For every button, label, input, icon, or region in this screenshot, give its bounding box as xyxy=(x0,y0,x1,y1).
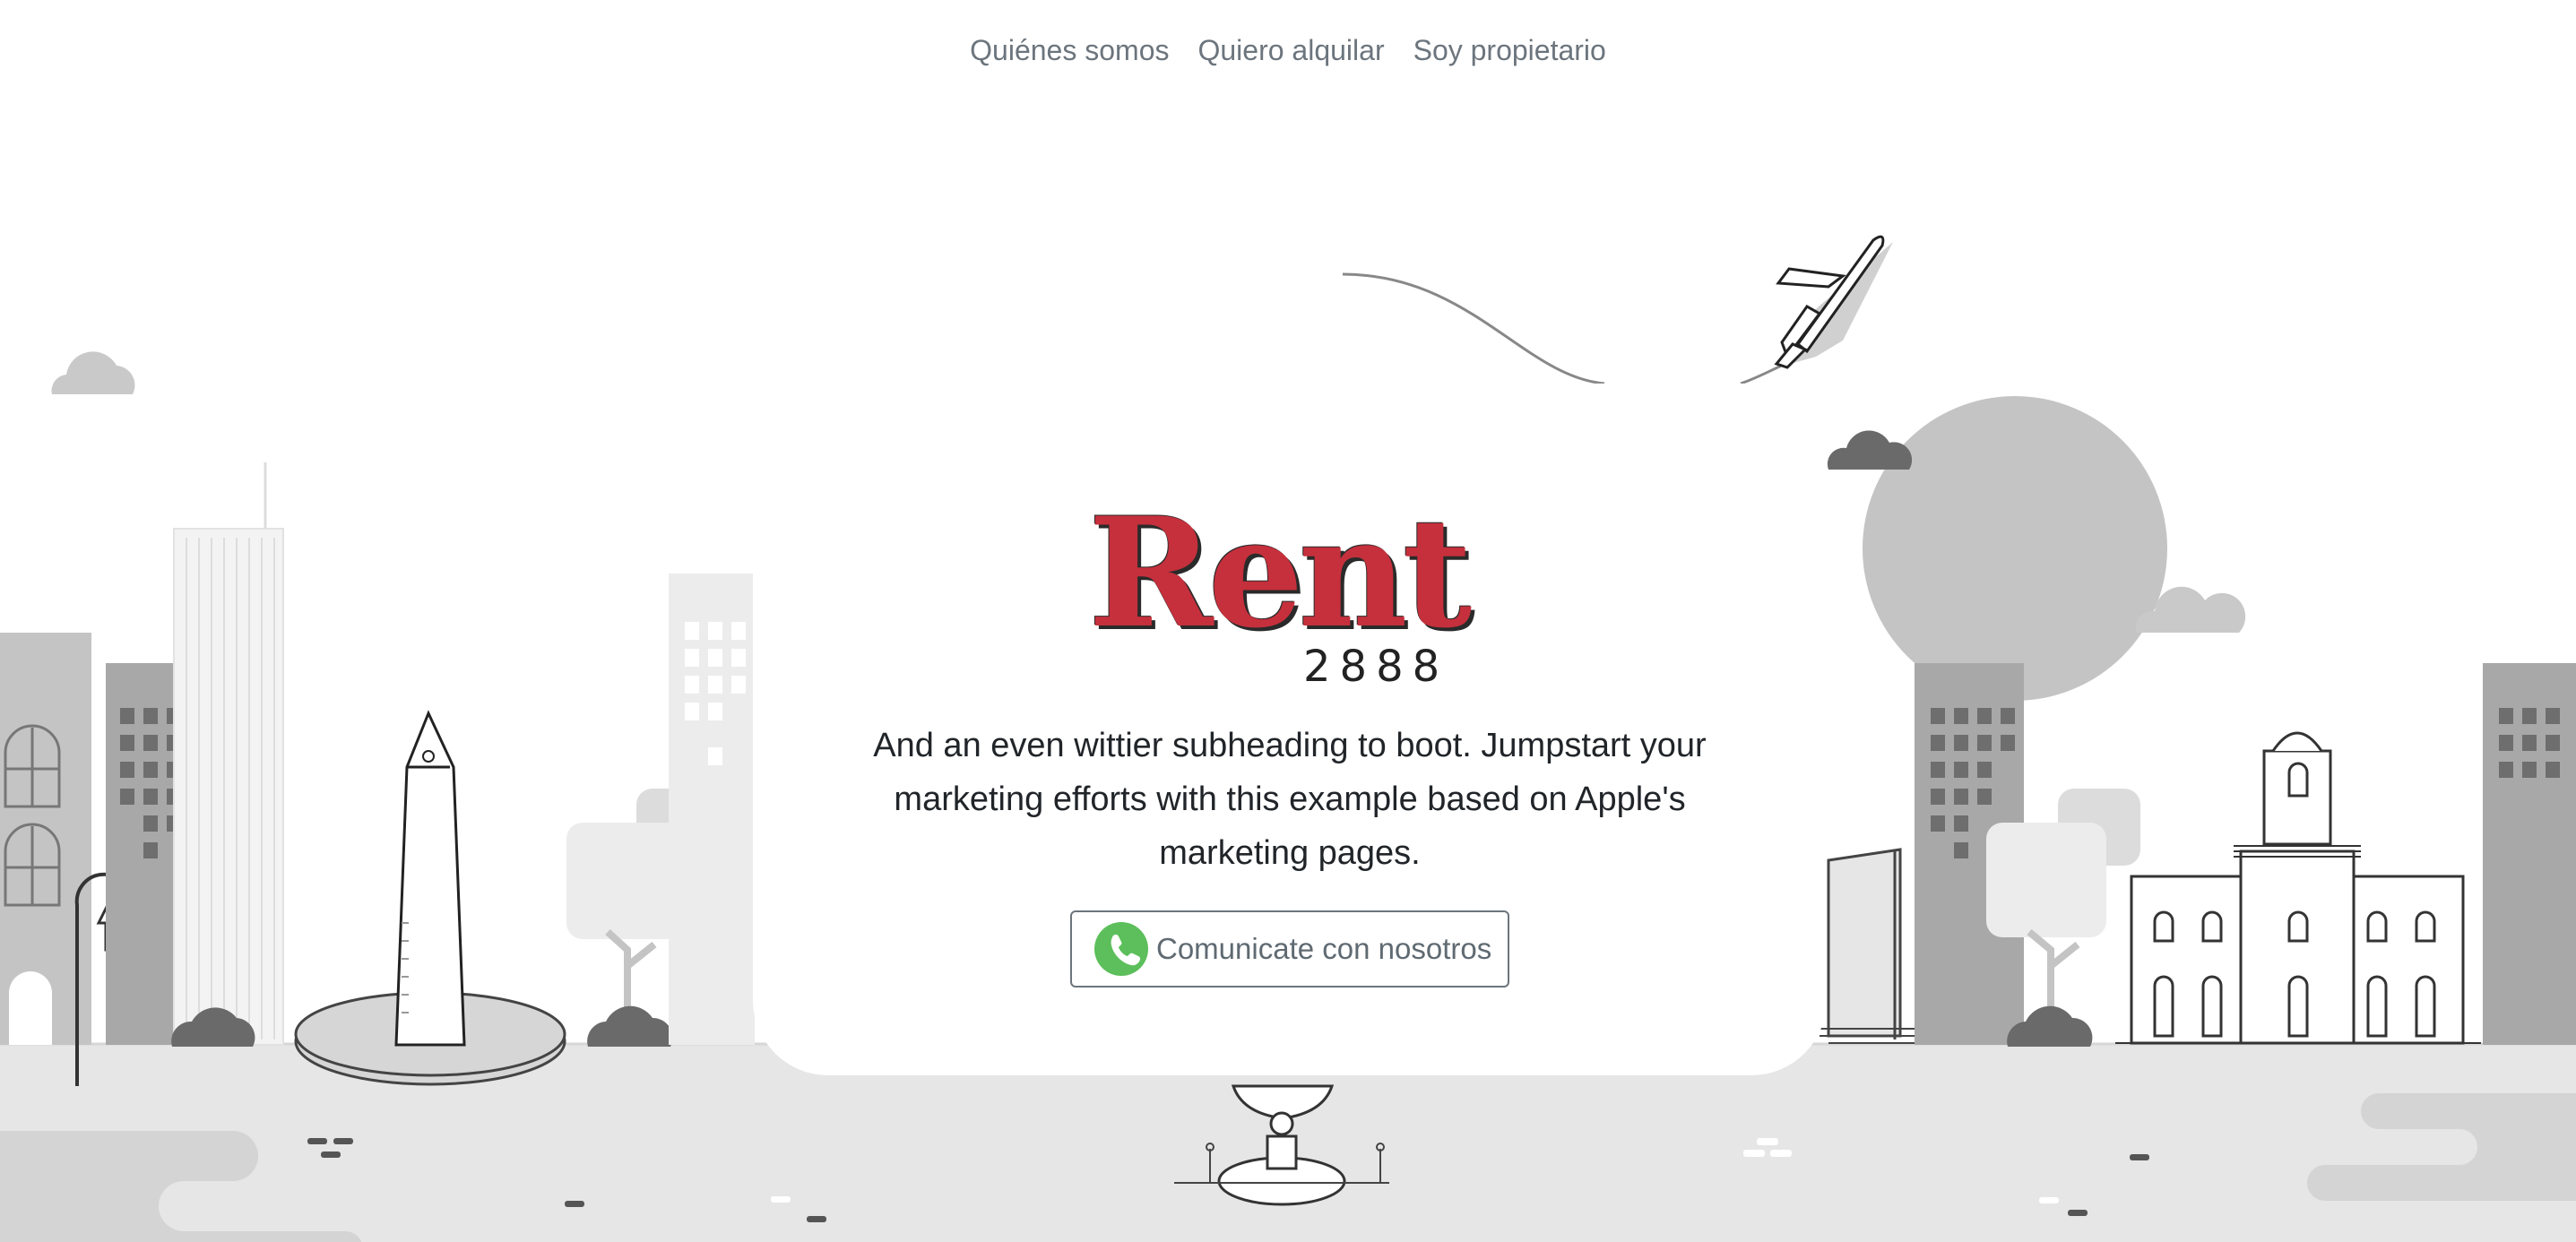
hero-subheading: And an even wittier subheading to boot. … xyxy=(873,727,1707,872)
logo-number: 2888 xyxy=(1303,642,1449,692)
nav-link-quienes-somos[interactable]: Quiénes somos xyxy=(955,27,1183,75)
nav-link-soy-propietario[interactable]: Soy propietario xyxy=(1399,27,1621,75)
whatsapp-icon xyxy=(1094,922,1148,976)
rent-2888-logo: Rent 2888 xyxy=(1088,484,1472,703)
page: Quiénes somos Quiero alquilar Soy propie… xyxy=(0,0,2576,1242)
whatsapp-contact-button[interactable]: Comunicate con nosotros xyxy=(1070,910,1509,988)
nav-link-quiero-alquilar[interactable]: Quiero alquilar xyxy=(1183,27,1398,75)
whatsapp-button-label: Comunicate con nosotros xyxy=(1156,932,1492,965)
logo-wordmark: Rent xyxy=(1088,484,1472,661)
top-nav: Quiénes somos Quiero alquilar Soy propie… xyxy=(0,27,2576,75)
